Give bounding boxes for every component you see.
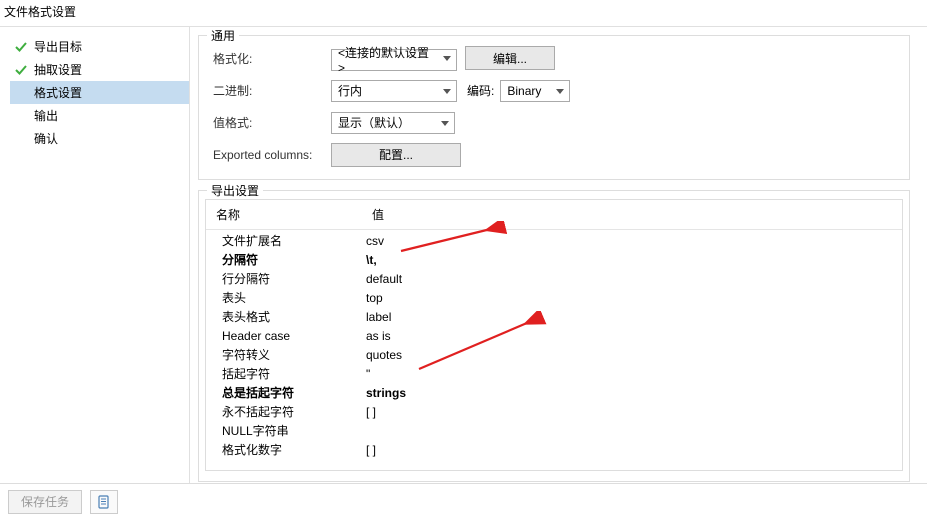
script-icon-button[interactable]: [90, 490, 118, 514]
sidebar-item-label: 导出目标: [34, 38, 82, 55]
encoding-select-value: Binary: [507, 84, 541, 98]
row-value: csv: [366, 233, 892, 250]
sidebar-item-label: 抽取设置: [34, 61, 82, 78]
row-name: 永不括起字符: [216, 404, 366, 421]
check-icon: [14, 40, 28, 54]
exported-columns-label: Exported columns:: [213, 148, 331, 162]
main-layout: 导出目标 抽取设置 格式设置 输出 确认 通用 格式化:: [0, 26, 927, 487]
row-name: 总是括起字符: [216, 385, 366, 402]
row-value: [ ]: [366, 404, 892, 421]
table-row[interactable]: 表头top: [216, 289, 892, 308]
configure-button[interactable]: 配置...: [331, 143, 461, 167]
row-name: 行分隔符: [216, 271, 366, 288]
row-value: default: [366, 271, 892, 288]
table-row[interactable]: 表头格式label: [216, 308, 892, 327]
row-value: label: [366, 309, 892, 326]
row-value: quotes: [366, 347, 892, 364]
row-name: 表头: [216, 290, 366, 307]
window-title: 文件格式设置: [0, 0, 927, 26]
value-format-select-value: 显示（默认）: [338, 114, 410, 131]
table-row[interactable]: 行分隔符default: [216, 270, 892, 289]
table-row[interactable]: NULL字符串: [216, 422, 892, 441]
row-name: 括起字符: [216, 366, 366, 383]
sidebar-item-extract-settings[interactable]: 抽取设置: [10, 58, 189, 81]
table-row[interactable]: 字符转义quotes: [216, 346, 892, 365]
export-table-header: 名称 值: [206, 200, 902, 230]
row-name: NULL字符串: [216, 423, 366, 440]
row-value: [366, 423, 892, 440]
row-value: ": [366, 366, 892, 383]
sidebar-item-export-target[interactable]: 导出目标: [10, 35, 189, 58]
table-row[interactable]: 分隔符\t,: [216, 251, 892, 270]
export-table-body: 文件扩展名csv分隔符\t,行分隔符default表头top表头格式labelH…: [206, 230, 902, 470]
row-name: 字符转义: [216, 347, 366, 364]
sidebar-item-format-settings[interactable]: 格式设置: [10, 81, 189, 104]
content-area: 通用 格式化: <连接的默认设置> 编辑... 二进制: 行内: [190, 27, 927, 487]
row-name: 格式化数字: [216, 442, 366, 459]
row-name: 文件扩展名: [216, 233, 366, 250]
row-value: as is: [366, 328, 892, 345]
sidebar-item-label: 确认: [34, 130, 58, 147]
wizard-sidebar: 导出目标 抽取设置 格式设置 输出 确认: [0, 27, 190, 487]
binary-select[interactable]: 行内: [331, 80, 457, 102]
format-select[interactable]: <连接的默认设置>: [331, 49, 457, 71]
edit-button[interactable]: 编辑...: [465, 46, 555, 70]
row-name: Header case: [216, 328, 366, 345]
row-name: 分隔符: [216, 252, 366, 269]
header-value: 值: [372, 206, 892, 223]
header-name: 名称: [216, 206, 372, 223]
table-row[interactable]: 永不括起字符[ ]: [216, 403, 892, 422]
export-settings-fieldset: 导出设置 名称 值 文件扩展名csv分隔符\t,行分隔符default表头top…: [198, 190, 910, 482]
table-row[interactable]: 文件扩展名csv: [216, 232, 892, 251]
format-label: 格式化:: [213, 50, 331, 67]
format-select-value: <连接的默认设置>: [338, 44, 436, 75]
sidebar-item-output[interactable]: 输出: [10, 104, 189, 127]
table-row[interactable]: 括起字符": [216, 365, 892, 384]
sidebar-item-label: 输出: [34, 107, 58, 124]
sidebar-item-label: 格式设置: [34, 84, 82, 101]
binary-select-value: 行内: [338, 82, 362, 99]
general-legend: 通用: [207, 27, 239, 44]
row-value: [ ]: [366, 442, 892, 459]
script-icon: [97, 495, 111, 509]
table-row[interactable]: 总是括起字符strings: [216, 384, 892, 403]
bottom-bar: 保存任务: [0, 483, 927, 519]
sidebar-item-confirm[interactable]: 确认: [10, 127, 189, 150]
value-format-label: 值格式:: [213, 114, 331, 131]
row-value: \t,: [366, 252, 892, 269]
table-row[interactable]: Header caseas is: [216, 327, 892, 346]
export-table: 名称 值 文件扩展名csv分隔符\t,行分隔符default表头top表头格式l…: [205, 199, 903, 471]
save-task-button[interactable]: 保存任务: [8, 490, 82, 514]
row-value: top: [366, 290, 892, 307]
encoding-label: 编码:: [467, 82, 494, 99]
table-row[interactable]: 格式化数字[ ]: [216, 441, 892, 460]
check-icon: [14, 63, 28, 77]
row-value: strings: [366, 385, 892, 402]
export-legend: 导出设置: [207, 182, 263, 199]
general-fieldset: 通用 格式化: <连接的默认设置> 编辑... 二进制: 行内: [198, 35, 910, 180]
encoding-select[interactable]: Binary: [500, 80, 570, 102]
row-name: 表头格式: [216, 309, 366, 326]
value-format-select[interactable]: 显示（默认）: [331, 112, 455, 134]
binary-label: 二进制:: [213, 82, 331, 99]
